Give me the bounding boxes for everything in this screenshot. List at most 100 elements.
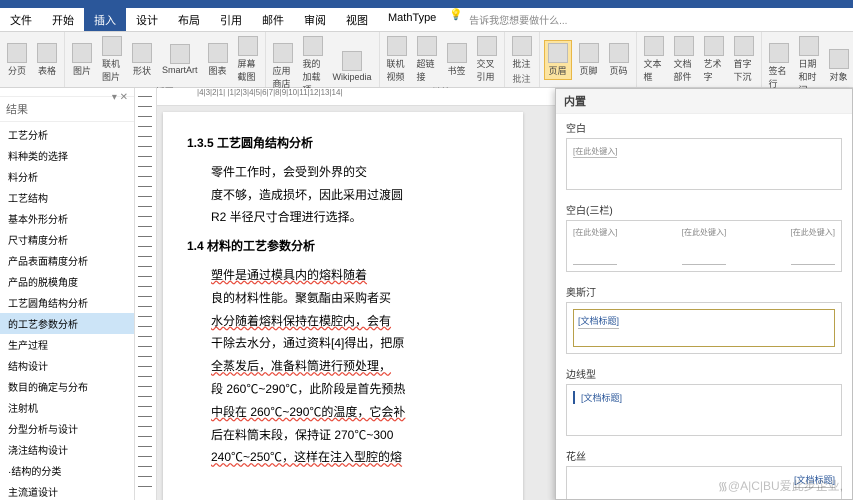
title-bar	[0, 0, 853, 8]
ribbon-icon	[303, 36, 323, 56]
ribbon-button-图片[interactable]: 图片	[69, 41, 95, 79]
ribbon-button-艺术字[interactable]: 艺术字	[701, 34, 727, 85]
header-option-filigree[interactable]: 花丝 [文档标题]	[556, 442, 852, 500]
ribbon-icon	[734, 36, 754, 56]
nav-item[interactable]: 浇注结构设计	[0, 439, 134, 460]
ribbon-icon	[579, 43, 599, 63]
nav-item[interactable]: 产品表面精度分析	[0, 250, 134, 271]
header-preview: [在此处键入]	[566, 138, 842, 190]
ribbon-button-批注[interactable]: 批注	[509, 34, 535, 72]
tab-view[interactable]: 视图	[336, 8, 378, 31]
ribbon-button-签名行[interactable]: 签名行	[766, 41, 792, 92]
nav-item[interactable]: 尺寸精度分析	[0, 229, 134, 250]
document-page[interactable]: 1.3.5 工艺圆角结构分析 零件工作时，会受到外界的交 度不够，造成损坏，因此…	[163, 112, 523, 500]
tab-review[interactable]: 审阅	[294, 8, 336, 31]
nav-header: ▾ ✕	[0, 88, 134, 97]
ribbon-tabs: 文件 开始 插入 设计 布局 引用 邮件 审阅 视图 MathType 💡 告诉…	[0, 8, 853, 32]
paragraph: 段 260℃~290℃，此阶段是首先预热	[187, 378, 499, 401]
ribbon-button-页眉[interactable]: 页眉	[544, 40, 572, 80]
paragraph: 后在料筒末段，保持证 270℃~300	[187, 424, 499, 447]
tab-layout[interactable]: 布局	[168, 8, 210, 31]
ribbon-button-图表[interactable]: 图表	[205, 41, 231, 79]
dropdown-section-builtin: 内置	[556, 89, 852, 114]
ribbon-button-首字下沉[interactable]: 首字下沉	[731, 34, 757, 85]
ribbon-button-应用商店[interactable]: 应用商店	[270, 41, 296, 92]
ribbon-button-联机图片[interactable]: 联机图片	[99, 34, 125, 85]
ribbon-button-文档部件[interactable]: 文档部件	[671, 34, 697, 85]
ribbon-button-文本框[interactable]: 文本框	[641, 34, 667, 85]
paragraph: 水分随着熔料保持在模腔内，会有	[187, 310, 499, 333]
header-option-blank-3col[interactable]: 空白(三栏) [在此处键入] [在此处键入] [在此处键入]	[556, 196, 852, 278]
ribbon-icon	[477, 36, 497, 56]
nav-heading-list: 工艺分析料种类的选择料分析工艺结构基本外形分析尺寸精度分析产品表面精度分析产品的…	[0, 122, 134, 500]
tab-mailings[interactable]: 邮件	[252, 8, 294, 31]
ribbon-group: 联机视频超链接书签交叉引用链接	[380, 32, 505, 87]
nav-item[interactable]: 工艺圆角结构分析	[0, 292, 134, 313]
nav-item[interactable]: 主流道设计	[0, 481, 134, 500]
nav-item[interactable]: 生产过程	[0, 334, 134, 355]
header-gallery-dropdown[interactable]: 内置 空白 [在此处键入] 空白(三栏) [在此处键入] [在此处键入] [在此…	[555, 88, 853, 500]
ribbon-icon	[387, 36, 407, 56]
ribbon-icon	[704, 36, 724, 56]
heading-1-3-5: 1.3.5 工艺圆角结构分析	[187, 132, 499, 155]
paragraph: 良的材料性能。聚氨酯由采购者买	[187, 287, 499, 310]
nav-item[interactable]: ·结构的分类	[0, 460, 134, 481]
ribbon-group-label: 批注	[513, 72, 531, 85]
header-option-blank[interactable]: 空白 [在此处键入]	[556, 114, 852, 196]
nav-results-tab[interactable]: 结果	[0, 97, 134, 122]
ribbon-icon	[7, 43, 27, 63]
ribbon-icon	[674, 36, 694, 56]
header-option-austin[interactable]: 奥斯汀 [文档标题]	[556, 278, 852, 360]
ribbon-icon	[238, 36, 258, 56]
tab-references[interactable]: 引用	[210, 8, 252, 31]
ribbon-button-页码[interactable]: 页码	[606, 41, 632, 79]
ribbon-icon	[132, 43, 152, 63]
ribbon-icon	[769, 43, 789, 63]
tab-home[interactable]: 开始	[42, 8, 84, 31]
ribbon: 分页表格图片联机图片形状SmartArt图表屏幕截图插图应用商店我的加载项Wik…	[0, 32, 853, 88]
paragraph: 240℃~250℃，这样在注入型腔的熔	[187, 446, 499, 469]
ribbon-button-联机视频[interactable]: 联机视频	[384, 34, 410, 85]
ribbon-icon	[170, 44, 190, 64]
tell-me-input[interactable]: 告诉我您想要做什么...	[463, 8, 573, 31]
ribbon-button-Wikipedia[interactable]: Wikipedia	[330, 49, 375, 84]
nav-item[interactable]: 基本外形分析	[0, 208, 134, 229]
ribbon-icon	[829, 49, 849, 69]
tab-insert[interactable]: 插入	[84, 8, 126, 31]
nav-item[interactable]: 工艺分析	[0, 124, 134, 145]
ribbon-button-交叉引用[interactable]: 交叉引用	[474, 34, 500, 85]
ribbon-button-SmartArt[interactable]: SmartArt	[159, 42, 201, 77]
ribbon-group: 图片联机图片形状SmartArt图表屏幕截图插图	[65, 32, 266, 87]
nav-item[interactable]: 分型分析与设计	[0, 418, 134, 439]
nav-item[interactable]: 结构设计	[0, 355, 134, 376]
nav-item[interactable]: 注射机	[0, 397, 134, 418]
ribbon-icon	[208, 43, 228, 63]
nav-item[interactable]: 的工艺参数分析	[0, 313, 134, 334]
paragraph: 全蒸发后，准备料筒进行预处理，	[187, 355, 499, 378]
nav-item[interactable]: 产品的脱模角度	[0, 271, 134, 292]
ribbon-button-书签[interactable]: 书签	[444, 41, 470, 79]
ribbon-button-超链接[interactable]: 超链接	[414, 34, 440, 85]
ribbon-button-形状[interactable]: 形状	[129, 41, 155, 79]
header-option-sideline[interactable]: 边线型 [文档标题]	[556, 360, 852, 442]
ribbon-icon	[72, 43, 92, 63]
tab-design[interactable]: 设计	[126, 8, 168, 31]
vertical-ruler	[135, 88, 157, 500]
ribbon-button-屏幕截图[interactable]: 屏幕截图	[235, 34, 261, 85]
ribbon-button-分页[interactable]: 分页	[4, 41, 30, 79]
ribbon-group: 分页表格	[0, 32, 65, 87]
ribbon-button-表格[interactable]: 表格	[34, 41, 60, 79]
nav-item[interactable]: 料种类的选择	[0, 145, 134, 166]
tab-file[interactable]: 文件	[0, 8, 42, 31]
nav-item[interactable]: 料分析	[0, 166, 134, 187]
ribbon-icon	[609, 43, 629, 63]
nav-item[interactable]: 工艺结构	[0, 187, 134, 208]
nav-item[interactable]: 数目的确定与分布	[0, 376, 134, 397]
paragraph: 中段在 260℃~290℃的温度，它会补	[187, 401, 499, 424]
tab-mathtype[interactable]: MathType	[378, 8, 446, 31]
ribbon-button-页脚[interactable]: 页脚	[576, 41, 602, 79]
ribbon-icon	[37, 43, 57, 63]
ribbon-button-对象[interactable]: 对象	[826, 47, 852, 85]
ribbon-icon	[799, 36, 819, 56]
heading-1-4: 1.4 材料的工艺参数分析	[187, 235, 499, 258]
